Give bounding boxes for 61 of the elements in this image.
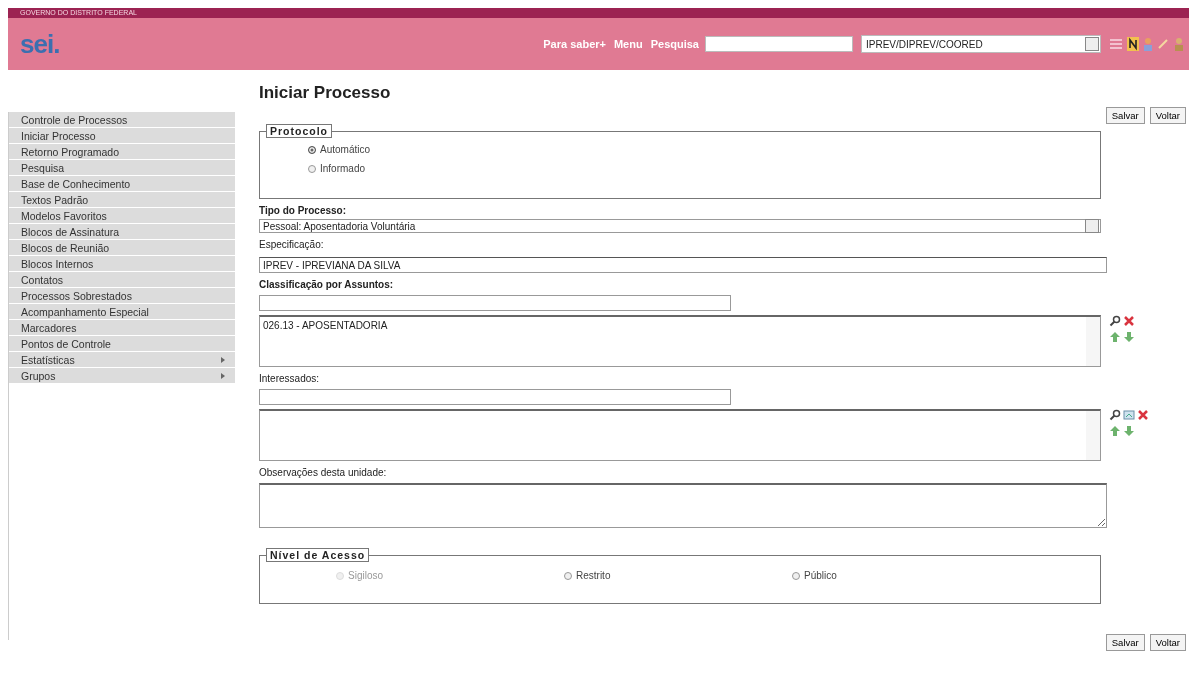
pencil-icon[interactable]	[1157, 38, 1169, 50]
radio-button[interactable]	[308, 164, 316, 173]
menu-item[interactable]: Grupos	[9, 368, 235, 384]
up-arrow-icon[interactable]	[1109, 425, 1121, 437]
close-icon[interactable]	[1137, 409, 1149, 421]
input-field[interactable]: IPREV - IPREVIANA DA SILVA	[259, 257, 1107, 273]
form-button[interactable]: Salvar	[1105, 107, 1145, 124]
radio-label: Restrito	[576, 570, 611, 581]
radio-label: Informado	[320, 163, 366, 174]
search-icon[interactable]	[1109, 409, 1121, 421]
subject-list[interactable]: 026.13 - APOSENTADORIA	[259, 315, 1101, 367]
notes-field[interactable]	[259, 483, 1107, 528]
people-icon[interactable]	[1173, 37, 1185, 51]
menu-item[interactable]: Processos Sobrestados	[9, 288, 235, 304]
field-label: Interessados:	[259, 373, 320, 384]
process-type-select[interactable]: Pessoal: Aposentadoria Voluntária	[259, 219, 1101, 233]
menu-item[interactable]: Acompanhamento Especial	[9, 304, 235, 320]
field-label: Tipo do Processo:	[259, 205, 347, 216]
form-button[interactable]: Voltar	[1149, 107, 1186, 124]
scrollbar[interactable]	[1086, 317, 1100, 366]
down-arrow-icon[interactable]	[1123, 331, 1135, 343]
radio-button[interactable]	[564, 571, 572, 580]
radio-label: Sigiloso	[348, 570, 384, 581]
menu-item[interactable]: Iniciar Processo	[9, 128, 235, 144]
menu-item[interactable]: Blocos Internos	[9, 256, 235, 272]
radio-label: Automático	[320, 144, 371, 155]
menu-item[interactable]: Blocos de Reunião	[9, 240, 235, 256]
menu-item[interactable]: Base de Conhecimento	[9, 176, 235, 192]
radio-label: Público	[804, 570, 837, 581]
panel-legend: Protocolo	[266, 124, 332, 138]
form-button[interactable]: Voltar	[1149, 634, 1186, 651]
menu-item[interactable]: Estatísticas	[9, 352, 235, 368]
menu-item[interactable]: Pontos de Controle	[9, 336, 235, 352]
menu-item[interactable]: Textos Padrão	[9, 192, 235, 208]
note-icon[interactable]	[1127, 37, 1139, 51]
form-button[interactable]: Salvar	[1105, 634, 1145, 651]
search-icon[interactable]	[1109, 315, 1121, 327]
radio-button[interactable]	[308, 145, 316, 154]
down-arrow-icon[interactable]	[1123, 425, 1135, 437]
list-item[interactable]: 026.13 - APOSENTADORIA	[263, 320, 388, 331]
menu-item[interactable]: Controle de Processos	[9, 112, 235, 128]
menu-item[interactable]: Modelos Favoritos	[9, 208, 235, 224]
panel-legend: Nível de Acesso	[266, 548, 370, 562]
menu-item[interactable]: Contatos	[9, 272, 235, 288]
search-field[interactable]	[705, 36, 853, 52]
menu-item[interactable]: Marcadores	[9, 320, 235, 336]
field-label: Classificação por Assuntos:	[259, 279, 394, 290]
menu-item[interactable]: Blocos de Assinatura	[9, 224, 235, 240]
page-title: Iniciar Processo	[259, 82, 392, 104]
menu-item[interactable]: Pesquisa	[9, 160, 235, 176]
menu-item[interactable]: Retorno Programado	[9, 144, 235, 160]
scrollbar[interactable]	[1086, 411, 1100, 460]
input-field[interactable]	[259, 389, 731, 405]
field-label: Especificação:	[259, 239, 324, 250]
close-icon[interactable]	[1123, 315, 1135, 327]
unit-select[interactable]: IPREV/DIPREV/COORED	[861, 35, 1101, 53]
interested-list[interactable]	[259, 409, 1101, 461]
field-label: Observações desta unidade:	[259, 467, 387, 478]
radio-button[interactable]	[792, 571, 800, 580]
up-arrow-icon[interactable]	[1109, 331, 1121, 343]
input-field[interactable]	[259, 295, 731, 311]
